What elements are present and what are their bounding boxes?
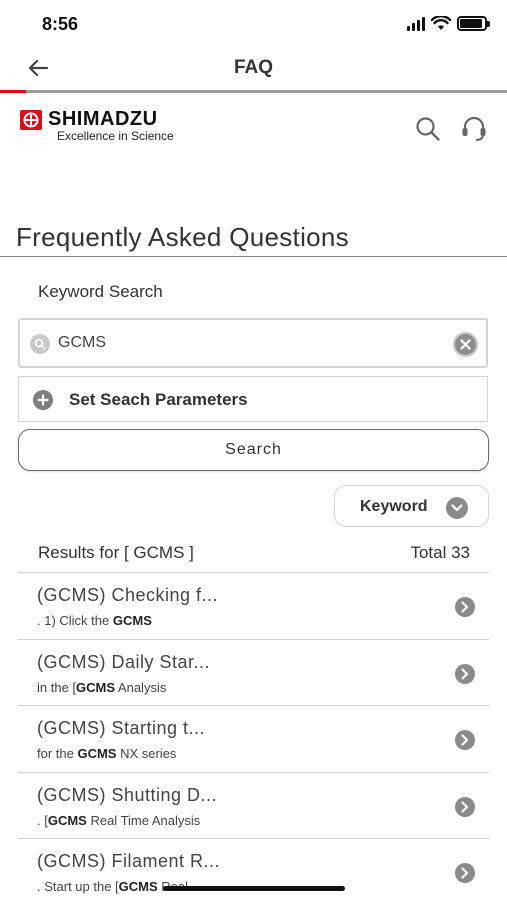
nav-bar: FAQ bbox=[0, 48, 507, 90]
result-title: (GCMS) Checking f... bbox=[37, 585, 219, 605]
brand-name: SHIMADZU bbox=[48, 108, 158, 130]
status-time: 8:56 bbox=[42, 14, 79, 34]
search-icon bbox=[416, 117, 440, 141]
search-field-icon bbox=[30, 334, 50, 354]
chevron-right-icon bbox=[455, 796, 475, 817]
nav-divider bbox=[0, 90, 507, 93]
chevron-right-icon bbox=[455, 863, 475, 883]
headset-icon bbox=[462, 116, 486, 141]
clear-search-button[interactable] bbox=[453, 332, 478, 357]
result-snippet: . 1) Click the GCMS bbox=[37, 613, 152, 628]
result-title: (GCMS) Filament R... bbox=[37, 851, 221, 871]
plus-circle-icon bbox=[33, 390, 53, 410]
brand-tagline: Excellence in Science bbox=[57, 129, 174, 143]
set-search-parameters-button[interactable]: Set Seach Parameters bbox=[18, 376, 488, 422]
brand-logo: SHIMADZU Excellence in Science bbox=[20, 108, 220, 146]
chevron-right-icon bbox=[455, 730, 475, 750]
page-nav-title: FAQ bbox=[233, 57, 274, 78]
chevron-right-icon bbox=[455, 597, 475, 617]
search-input[interactable] bbox=[58, 334, 438, 352]
status-bar: 8:56 bbox=[0, 0, 507, 50]
set-search-parameters-label: Set Seach Parameters bbox=[69, 390, 248, 409]
chevron-down-icon bbox=[446, 497, 468, 519]
search-button[interactable]: Search bbox=[18, 429, 489, 471]
result-item[interactable]: (GCMS) Daily Star... in the [GCMS Analys… bbox=[18, 638, 489, 706]
signal-icon bbox=[407, 16, 425, 31]
header-search-button[interactable] bbox=[413, 114, 443, 144]
result-title: (GCMS) Starting t... bbox=[37, 718, 206, 738]
result-title: (GCMS) Daily Star... bbox=[37, 651, 211, 672]
results-total: Total 33 bbox=[410, 543, 470, 562]
result-item[interactable]: (GCMS) Checking f... . 1) Click the GCMS bbox=[18, 572, 489, 639]
keyword-search-label: Keyword Search bbox=[38, 282, 163, 301]
clear-icon bbox=[460, 339, 471, 350]
search-box bbox=[18, 318, 488, 368]
title-divider bbox=[0, 256, 507, 257]
page-title: Frequently Asked Questions bbox=[16, 222, 349, 252]
brand-mark-icon bbox=[20, 110, 42, 130]
chevron-right-icon bbox=[455, 663, 475, 684]
result-item[interactable]: (GCMS) Starting t... for the GCMS NX ser… bbox=[18, 705, 489, 772]
result-snippet: . [GCMS Real Time Analysis bbox=[37, 812, 201, 828]
result-list: (GCMS) Checking f... . 1) Click the GCMS… bbox=[18, 572, 489, 900]
sort-dropdown-label: Keyword bbox=[360, 498, 428, 515]
status-icons bbox=[407, 16, 490, 31]
nav-divider-accent bbox=[0, 90, 26, 93]
result-snippet: for the GCMS NX series bbox=[37, 746, 177, 761]
wifi-icon bbox=[431, 16, 451, 30]
result-title: (GCMS) Shutting D... bbox=[37, 784, 218, 805]
home-indicator[interactable] bbox=[163, 886, 345, 891]
battery-icon bbox=[457, 16, 490, 31]
header-support-button[interactable] bbox=[459, 114, 489, 144]
sort-dropdown[interactable]: Keyword bbox=[334, 485, 489, 527]
result-item[interactable]: (GCMS) Shutting D... . [GCMS Real Time A… bbox=[18, 771, 489, 839]
result-snippet: in the [GCMS Analysis bbox=[37, 679, 167, 695]
results-summary: Results for [ GCMS ] bbox=[38, 543, 194, 562]
